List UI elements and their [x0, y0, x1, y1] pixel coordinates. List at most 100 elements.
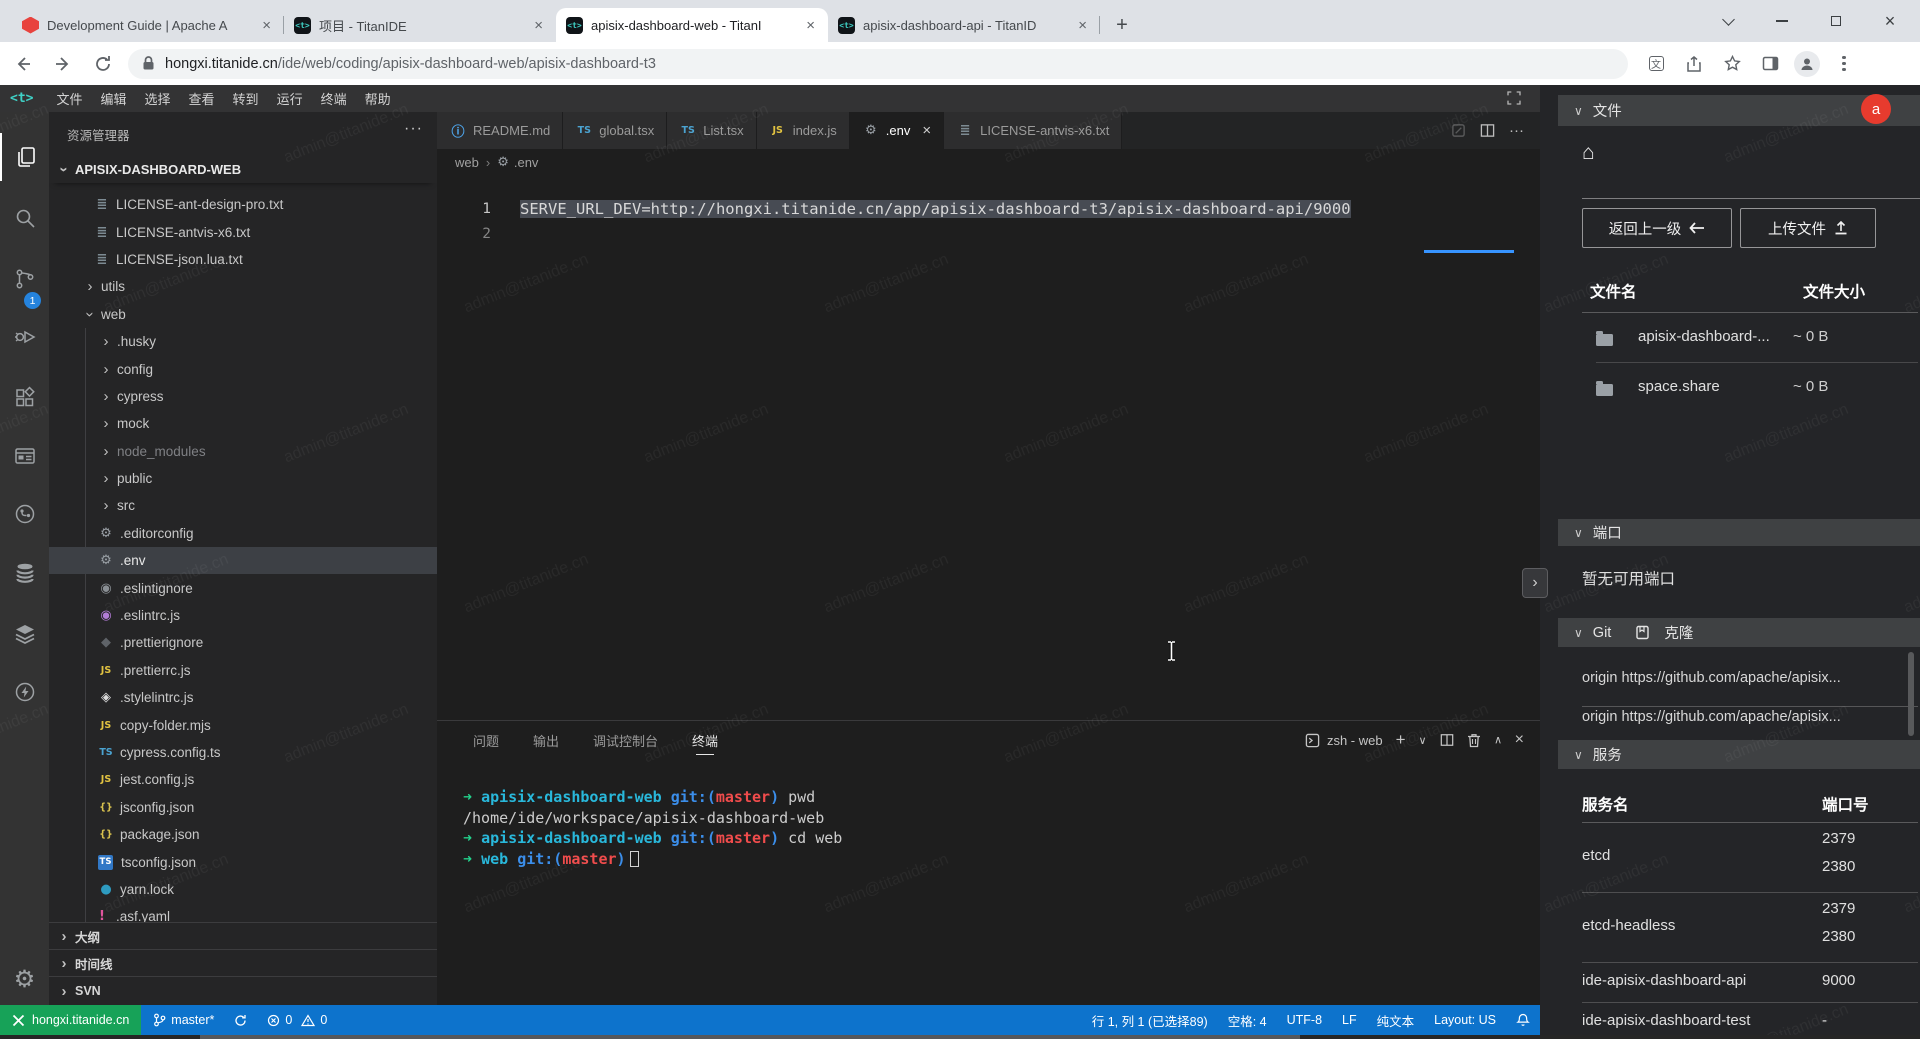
- indentation[interactable]: 空格: 4: [1228, 1011, 1267, 1030]
- tree-item[interactable]: ›src: [49, 492, 437, 519]
- back-icon[interactable]: [6, 47, 40, 81]
- file-row-name[interactable]: space.share: [1638, 378, 1720, 395]
- service-row-name[interactable]: etcd-headless: [1582, 917, 1675, 934]
- service-row-name[interactable]: ide-apisix-dashboard-test: [1582, 1012, 1750, 1029]
- forward-icon[interactable]: [46, 47, 80, 81]
- split-terminal-icon[interactable]: [1440, 733, 1454, 747]
- eol[interactable]: LF: [1342, 1013, 1357, 1027]
- search-icon[interactable]: [0, 194, 49, 242]
- menu-item[interactable]: 文件: [47, 85, 91, 112]
- tree-item[interactable]: ›mock: [49, 410, 437, 437]
- share-icon[interactable]: [1680, 50, 1708, 78]
- tree-item[interactable]: ◉.eslintignore: [49, 574, 437, 601]
- browser-tab[interactable]: <t> apisix-dashboard-web - TitanI ×: [556, 8, 828, 42]
- editor-tab[interactable]: ≣ LICENSE-antvis-x6.txt: [944, 112, 1122, 149]
- tree-item[interactable]: ≣LICENSE-antvis-x6.txt: [49, 218, 437, 245]
- code-line[interactable]: 1SERVE_URL_DEV=http://hongxi.titanide.cn…: [437, 197, 1540, 222]
- browser-profile-avatar[interactable]: [1794, 51, 1820, 77]
- encoding[interactable]: UTF-8: [1287, 1013, 1322, 1027]
- sidebar-section-svn[interactable]: › SVN: [49, 976, 437, 1005]
- project-root-row[interactable]: › APISIX-DASHBOARD-WEB: [49, 156, 437, 183]
- tree-item[interactable]: ›web: [49, 301, 437, 328]
- tree-item[interactable]: ›utils: [49, 273, 437, 300]
- bell-icon[interactable]: [1516, 1013, 1530, 1027]
- problems-status[interactable]: 0 0: [261, 1013, 333, 1027]
- sync-status[interactable]: [228, 1014, 253, 1027]
- tree-item[interactable]: TStsconfig.json: [49, 848, 437, 875]
- tree-item[interactable]: {}package.json: [49, 821, 437, 848]
- service-row-name[interactable]: ide-apisix-dashboard-api: [1582, 972, 1746, 989]
- window-menu-chevron-icon[interactable]: [1708, 6, 1748, 36]
- window-restore-icon[interactable]: [1816, 6, 1856, 36]
- scrollbar-thumb[interactable]: [1908, 652, 1914, 736]
- code-area[interactable]: 1SERVE_URL_DEV=http://hongxi.titanide.cn…: [437, 176, 1540, 720]
- tree-item[interactable]: ◆.prettierignore: [49, 629, 437, 656]
- menu-item[interactable]: 帮助: [356, 85, 400, 112]
- browser-menu-kebab-icon[interactable]: [1830, 50, 1858, 78]
- tree-item[interactable]: {}jsconfig.json: [49, 794, 437, 821]
- window-minimize-icon[interactable]: [1762, 6, 1802, 36]
- split-editor-icon[interactable]: [1480, 123, 1495, 138]
- sidebar-section-outline[interactable]: › 大纲: [49, 922, 437, 949]
- code-line[interactable]: 2: [437, 222, 1540, 247]
- home-icon[interactable]: ⌂: [1582, 141, 1595, 165]
- right-panel-expander-icon[interactable]: ›: [1522, 568, 1548, 598]
- cursor-position[interactable]: 行 1, 列 1 (已选择89): [1092, 1011, 1208, 1030]
- keyboard-layout[interactable]: Layout: US: [1434, 1013, 1496, 1027]
- section-header-git[interactable]: ∨ Git 克隆: [1558, 618, 1920, 647]
- tree-item[interactable]: ⚙.editorconfig: [49, 520, 437, 547]
- terminal-output[interactable]: ➜ apisix-dashboard-web git:(master) pwd/…: [463, 787, 842, 869]
- tree-item[interactable]: ≣LICENSE-ant-design-pro.txt: [49, 191, 437, 218]
- translate-icon[interactable]: 文: [1642, 50, 1670, 78]
- editor-tab[interactable]: TS global.tsx: [563, 112, 667, 149]
- breadcrumb-file[interactable]: .env: [514, 155, 539, 170]
- tab-close-icon[interactable]: ×: [259, 17, 274, 34]
- bookmark-star-icon[interactable]: [1718, 50, 1746, 78]
- tree-item[interactable]: ≣LICENSE-json.lua.txt: [49, 246, 437, 273]
- lightning-icon[interactable]: [0, 668, 49, 716]
- preview-icon[interactable]: [1451, 123, 1466, 138]
- user-avatar-badge[interactable]: a: [1861, 94, 1891, 124]
- tree-item[interactable]: JS.prettierrc.js: [49, 657, 437, 684]
- menu-item[interactable]: 运行: [268, 85, 312, 112]
- file-row-name[interactable]: apisix-dashboard-...: [1638, 328, 1770, 345]
- git-remote-row[interactable]: origin https://github.com/apache/apisix.…: [1582, 670, 1912, 686]
- breadcrumb[interactable]: web › ⚙ .env: [437, 149, 1540, 176]
- language-mode[interactable]: 纯文本: [1377, 1011, 1415, 1030]
- tree-item[interactable]: TScypress.config.ts: [49, 739, 437, 766]
- editor-tab[interactable]: ⓘ README.md: [437, 112, 563, 149]
- tree-item[interactable]: JScopy-folder.mjs: [49, 711, 437, 738]
- pipeline-icon[interactable]: [0, 490, 49, 538]
- panel-tab[interactable]: 调试控制台: [593, 721, 658, 759]
- git-clone-label[interactable]: 克隆: [1664, 622, 1693, 643]
- git-remote-row[interactable]: origin https://github.com/apache/apisix.…: [1582, 709, 1912, 725]
- terminal-picker[interactable]: zsh - web: [1305, 733, 1383, 748]
- scrollbar-thumb[interactable]: [200, 1035, 1300, 1039]
- layers-icon[interactable]: [0, 610, 49, 658]
- extensions-icon[interactable]: [0, 374, 49, 422]
- panel-tab[interactable]: 问题: [473, 721, 499, 759]
- section-header-ports[interactable]: ∨ 端口: [1558, 519, 1920, 546]
- menu-item[interactable]: 查看: [180, 85, 224, 112]
- tree-item[interactable]: ›cypress: [49, 383, 437, 410]
- go-up-button[interactable]: 返回上一级: [1582, 208, 1732, 248]
- horizontal-scrollbar[interactable]: [0, 1035, 1920, 1039]
- tab-close-icon[interactable]: ×: [531, 17, 546, 34]
- terminal-dropdown-chevron-icon[interactable]: ∨: [1419, 734, 1427, 747]
- sidebar-section-timeline[interactable]: › 时间线: [49, 949, 437, 976]
- service-row-name[interactable]: etcd: [1582, 847, 1610, 864]
- breadcrumb-folder[interactable]: web: [455, 155, 479, 170]
- panel-tab[interactable]: 输出: [533, 721, 559, 759]
- run-debug-icon[interactable]: [0, 313, 49, 361]
- more-actions-icon[interactable]: ···: [1509, 122, 1524, 139]
- new-tab-button[interactable]: +: [1108, 11, 1136, 39]
- tree-item[interactable]: JSjest.config.js: [49, 766, 437, 793]
- tree-item[interactable]: ›config: [49, 355, 437, 382]
- git-clone-icon[interactable]: [1635, 625, 1650, 640]
- tree-item[interactable]: ◈.stylelintrc.js: [49, 684, 437, 711]
- explorer-more-actions-icon[interactable]: ···: [404, 120, 423, 138]
- menu-item[interactable]: 终端: [312, 85, 356, 112]
- tab-close-icon[interactable]: ×: [803, 17, 818, 34]
- tree-item[interactable]: ⚙.env: [49, 547, 437, 574]
- kill-terminal-trash-icon[interactable]: [1467, 733, 1481, 748]
